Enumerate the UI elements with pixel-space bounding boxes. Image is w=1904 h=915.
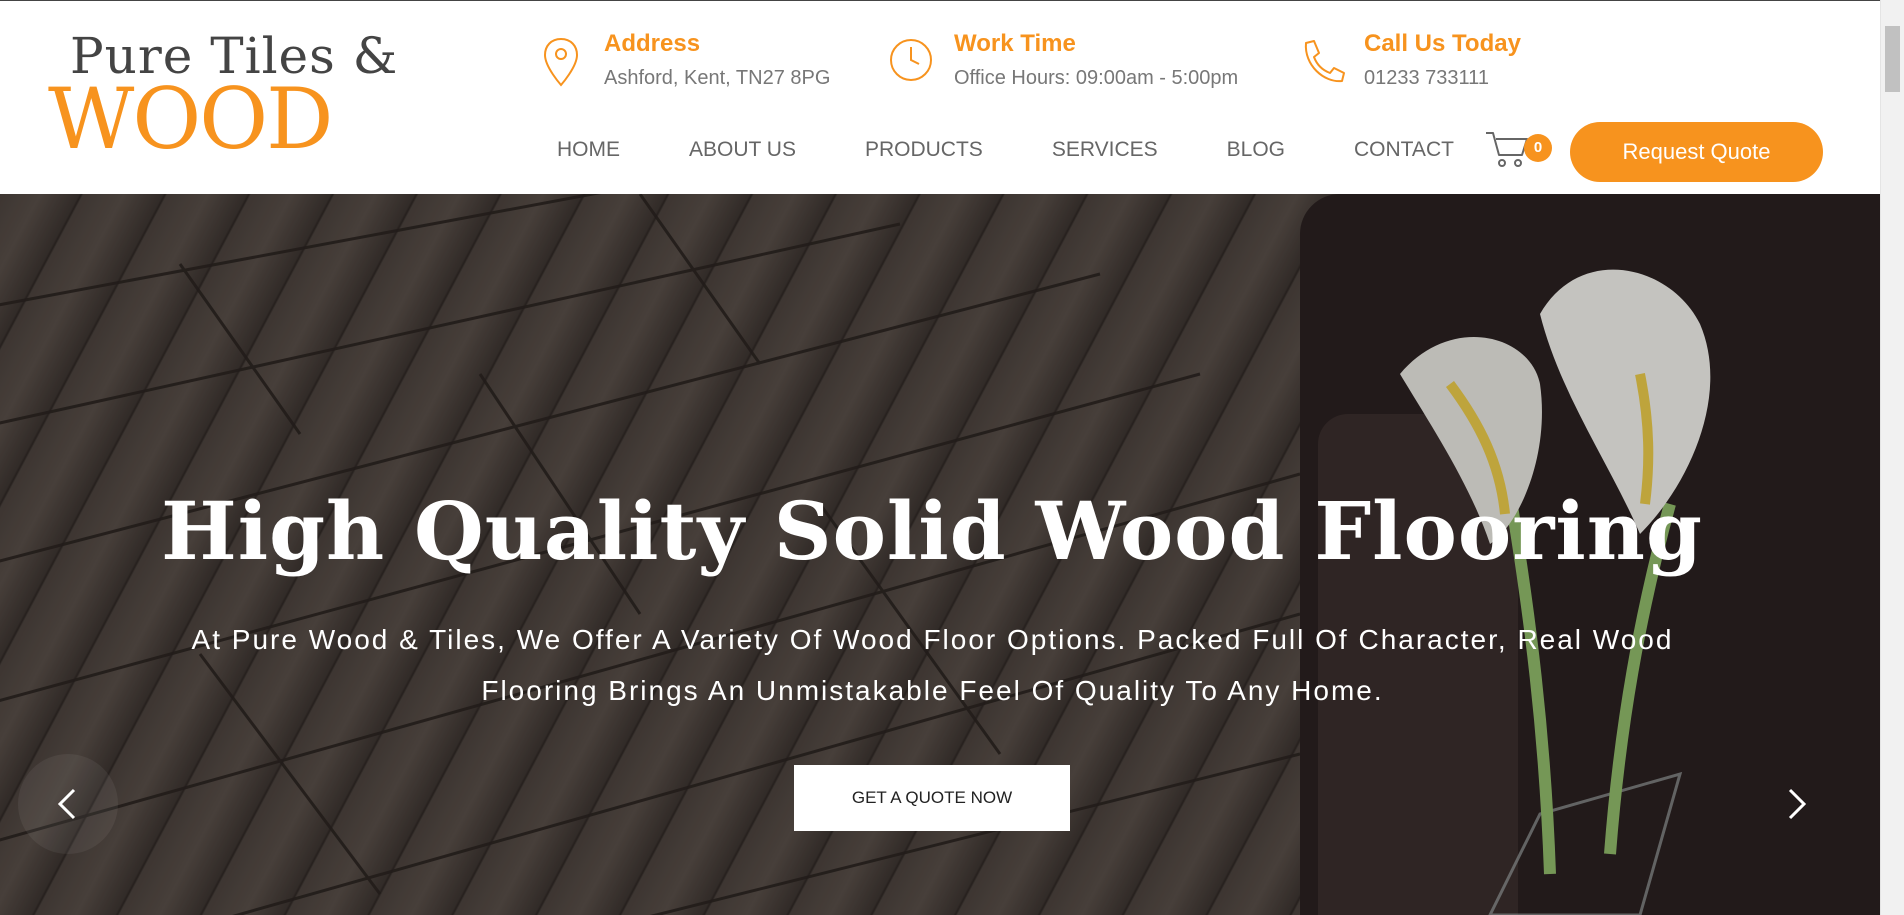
main-nav: HOME ABOUT US PRODUCTS SERVICES BLOG CON…: [557, 138, 1454, 162]
nav-blog[interactable]: BLOG: [1227, 138, 1285, 162]
work-time-info: Work Time Office Hours: 09:00am - 5:00pm: [886, 29, 1238, 91]
nav-home[interactable]: HOME: [557, 138, 620, 162]
call-title: Call Us Today: [1364, 30, 1521, 57]
slider-prev-button[interactable]: [18, 754, 118, 854]
nav-products[interactable]: PRODUCTS: [865, 138, 983, 162]
site-logo[interactable]: Pure Tiles & WOOD: [48, 27, 397, 161]
work-time-value: Office Hours: 09:00am - 5:00pm: [954, 67, 1239, 89]
call-value[interactable]: 01233 733111: [1364, 67, 1521, 90]
get-quote-button[interactable]: GET A QUOTE NOW: [794, 765, 1070, 831]
request-quote-button[interactable]: Request Quote: [1570, 122, 1823, 182]
chevron-right-icon: [1788, 788, 1807, 820]
clock-icon: [890, 39, 932, 81]
address-value: Ashford, Kent, TN27 8PG: [604, 67, 831, 89]
logo-text-bottom: WOOD: [48, 70, 333, 168]
scrollbar-thumb[interactable]: [1885, 26, 1900, 92]
hero-title: High Quality Solid Wood Flooring: [161, 484, 1703, 578]
phone-icon: [1304, 40, 1345, 83]
address-title: Address: [604, 30, 701, 57]
page-scrollbar[interactable]: [1880, 0, 1904, 915]
address-info: Address Ashford, Kent, TN27 8PG: [536, 29, 830, 91]
nav-services[interactable]: SERVICES: [1052, 138, 1158, 162]
slider-next-button[interactable]: [1746, 754, 1846, 854]
hero-slider: High Quality Solid Wood Flooring At Pure…: [0, 194, 1880, 915]
map-pin-icon: [543, 37, 579, 87]
page: Pure Tiles & WOOD Address Ashford, Kent,…: [0, 0, 1880, 915]
nav-contact[interactable]: CONTACT: [1354, 138, 1454, 162]
nav-about-us[interactable]: ABOUT US: [689, 138, 796, 162]
site-header: Pure Tiles & WOOD Address Ashford, Kent,…: [0, 0, 1880, 194]
work-time-title: Work Time: [954, 30, 1076, 57]
call-info: Call Us Today 01233 733111: [1296, 29, 1521, 91]
chevron-left-icon: [57, 788, 76, 820]
hero-subtitle: At Pure Wood & Tiles, We Offer A Variety…: [191, 624, 1674, 706]
cart-count-badge: 0: [1524, 134, 1552, 162]
